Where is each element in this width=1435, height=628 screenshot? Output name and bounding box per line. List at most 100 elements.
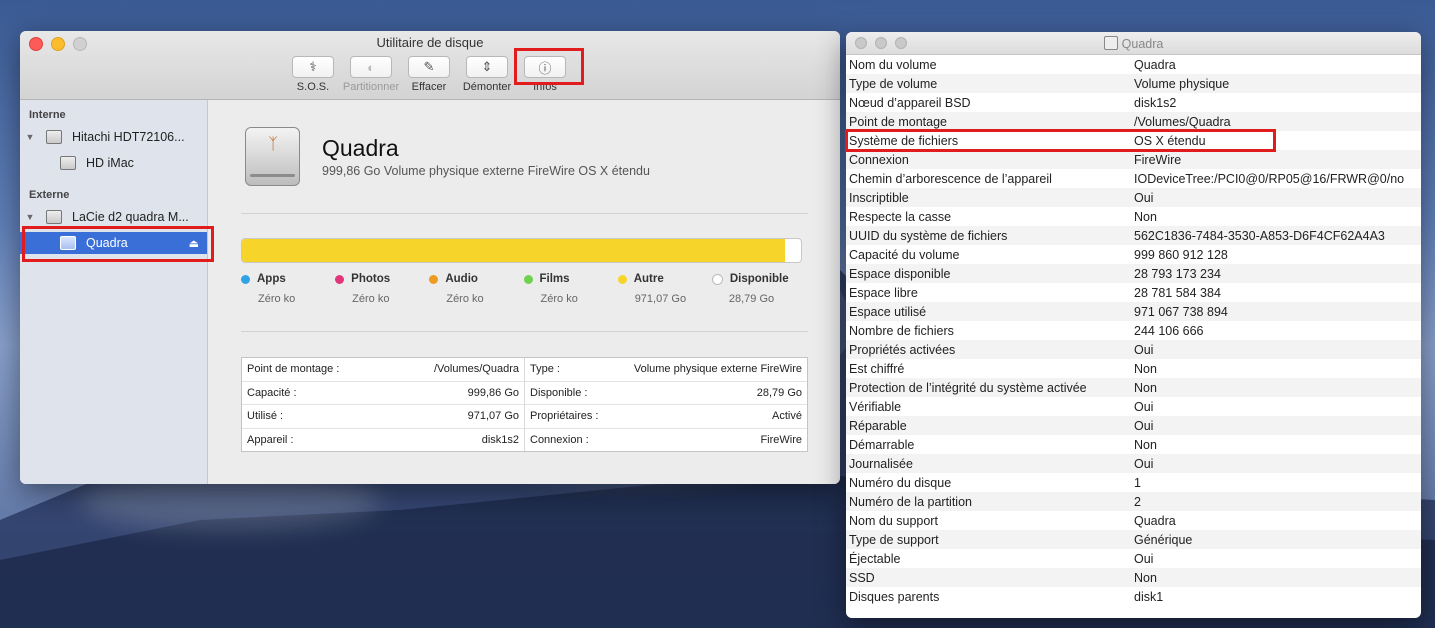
partition-tool[interactable]: ◐ Partitionner — [343, 56, 399, 93]
info-value: Non — [1134, 437, 1157, 452]
disclosure-triangle-icon[interactable]: ▼ — [22, 132, 38, 142]
legend-color-dot — [617, 274, 627, 284]
info-key: Type de support — [849, 532, 939, 547]
info-value: Oui — [1134, 551, 1154, 566]
unmount-tool[interactable]: ⇕ Démonter — [462, 56, 512, 93]
info-row[interactable]: Point de montage/Volumes/Quadra — [846, 112, 1421, 131]
info-key: Nombre de fichiers — [849, 323, 954, 338]
legend-item-apps: Apps Zéro ko — [241, 273, 335, 305]
info-row[interactable]: Espace utilisé 971 067 738 894 — [846, 302, 1421, 321]
info-row[interactable]: Journalisée Oui — [846, 454, 1421, 473]
info-row[interactable]: SSD Non — [846, 568, 1421, 587]
info-row[interactable]: Chemin d’arborescence de l’appareil IODev… — [846, 169, 1421, 188]
partition-icon[interactable]: ◐ — [350, 56, 392, 78]
info-value: 2 — [1134, 494, 1141, 509]
info-row[interactable]: Respecte la casse Non — [846, 207, 1421, 226]
info-key: Système de fichiers — [849, 133, 959, 148]
info-key: SSD — [849, 570, 875, 585]
sidebar-item-label: Hitachi HDT72106... — [72, 130, 185, 144]
info-row[interactable]: Numéro de la partition 2 — [846, 492, 1421, 511]
du-titlebar: Utilitaire de disque ⚕ S.O.S. ◐ Partitio… — [20, 31, 840, 100]
info-row[interactable]: UUID du système de fichiers 562C1836-7484… — [846, 226, 1421, 245]
info-row[interactable]: Nom du volume Quadra — [846, 55, 1421, 74]
unmount-icon[interactable]: ⇕ — [466, 56, 508, 78]
info-value: Non — [1134, 361, 1157, 376]
sidebar-item-lacie[interactable]: ▼ LaCie d2 quadra M... — [20, 206, 207, 228]
legend-value: 28,79 Go — [728, 293, 775, 305]
info-row[interactable]: Disques parents disk1 — [846, 587, 1421, 606]
usage-bar — [241, 238, 802, 263]
info-row[interactable]: Nombre de fichiers 244 106 666 — [846, 321, 1421, 340]
legend-item-header: Films — [523, 273, 618, 285]
info-row[interactable]: Inscriptible Oui — [846, 188, 1421, 207]
info-row[interactable]: Type de support Générique — [846, 530, 1421, 549]
info-value: Volume physique — [1134, 76, 1230, 91]
info-value: Oui — [1134, 399, 1154, 414]
info-key: Capacité du volume — [849, 247, 960, 262]
sidebar-item-hd-imac[interactable]: HD iMac — [20, 152, 207, 174]
info-key: Numéro du disque — [849, 475, 952, 490]
info-row[interactable]: Capacité du volume 999 860 912 128 — [846, 245, 1421, 264]
erase-label: Effacer — [411, 81, 447, 93]
info-row[interactable]: Nœud d’appareil BSD disk1s2 — [846, 93, 1421, 112]
info-value: Oui — [1134, 456, 1154, 471]
disclosure-triangle-icon[interactable]: ▼ — [22, 212, 38, 222]
info-key: Espace disponible — [849, 266, 951, 281]
legend-color-dot — [241, 274, 250, 284]
erase-tool[interactable]: ✎ Effacer — [406, 56, 452, 93]
info-row[interactable]: Système de fichiers OS X étendu — [846, 131, 1421, 150]
legend-value: Zéro ko — [446, 293, 484, 305]
property-value: Volume physique externe FireWire — [633, 363, 802, 376]
usage-bar-fill-autre — [242, 239, 785, 262]
sidebar-item-quadra[interactable]: Quadra ⏏ — [20, 232, 207, 254]
info-value: IODeviceTree:/PCI0@0/RP05@16/FRWR@0/no — [1134, 171, 1405, 186]
volume-icon — [60, 236, 76, 250]
info-row[interactable]: Numéro du disque 1 — [846, 473, 1421, 492]
eject-icon[interactable]: ⏏ — [189, 237, 199, 250]
legend-value: Zéro ko — [258, 293, 296, 305]
info-value: Quadra — [1134, 57, 1176, 72]
info-row[interactable]: Vérifiable Oui — [846, 397, 1421, 416]
legend-label: Audio — [445, 273, 478, 285]
info-key: Connexion — [849, 152, 909, 167]
info-row[interactable]: Espace libre 28 781 584 384 — [846, 283, 1421, 302]
info-value: Non — [1134, 380, 1157, 395]
info-title-text: Quadra — [1121, 37, 1164, 51]
info-value: Non — [1134, 209, 1157, 224]
info-row[interactable]: Réparable Oui — [846, 416, 1421, 435]
sos-label: S.O.S. — [296, 81, 330, 93]
legend-item-autre: Autre 971,07 Go — [617, 273, 712, 305]
erase-icon[interactable]: ✎ — [408, 56, 450, 78]
sos-tool[interactable]: ⚕ S.O.S. — [290, 56, 336, 93]
info-row[interactable]: Espace disponible 28 793 173 234 — [846, 264, 1421, 283]
info-row[interactable]: Démarrable Non — [846, 435, 1421, 454]
property-row: Connexion : FireWire — [525, 429, 807, 453]
info-row[interactable]: Éjectable Oui — [846, 549, 1421, 568]
info-icon[interactable]: ⓘ — [524, 56, 566, 78]
legend-color-dot — [523, 274, 533, 284]
info-row[interactable]: Connexion FireWire — [846, 150, 1421, 169]
legend-item-header: Audio — [429, 273, 523, 285]
property-row: Appareil : disk1s2 — [242, 429, 524, 453]
legend-color-dot — [711, 273, 723, 285]
sidebar-item-hitachi[interactable]: ▼ Hitachi HDT72106... — [20, 126, 207, 148]
unmount-label: Démonter — [462, 81, 512, 93]
sidebar-item-label: HD iMac — [86, 156, 134, 170]
info-row[interactable]: Est chiffré Non — [846, 359, 1421, 378]
legend-item-header: Disponible — [711, 273, 806, 285]
info-key: Nom du volume — [849, 57, 937, 72]
info-row[interactable]: Protection de l’intégrité du système act… — [846, 378, 1421, 397]
info-value: Générique — [1134, 532, 1193, 547]
toolbar: ⚕ S.O.S. ◐ Partitionner ✎ Effacer ⇕ Démo… — [290, 56, 568, 93]
info-value: disk1 — [1134, 589, 1164, 604]
firewire-drive-icon: ᛉ — [245, 127, 300, 186]
info-row[interactable]: Type de volume Volume physique — [846, 74, 1421, 93]
info-row[interactable]: Propriétés activées Oui — [846, 340, 1421, 359]
legend-item-disponible: Disponible 28,79 Go — [711, 273, 806, 305]
stethoscope-icon[interactable]: ⚕ — [292, 56, 334, 78]
info-row[interactable]: Nom du support Quadra — [846, 511, 1421, 530]
legend-item-header: Photos — [335, 273, 429, 285]
info-tool[interactable]: ⓘ Infos — [522, 56, 568, 93]
legend-label: Apps — [257, 273, 286, 285]
hard-disk-icon — [46, 130, 62, 144]
